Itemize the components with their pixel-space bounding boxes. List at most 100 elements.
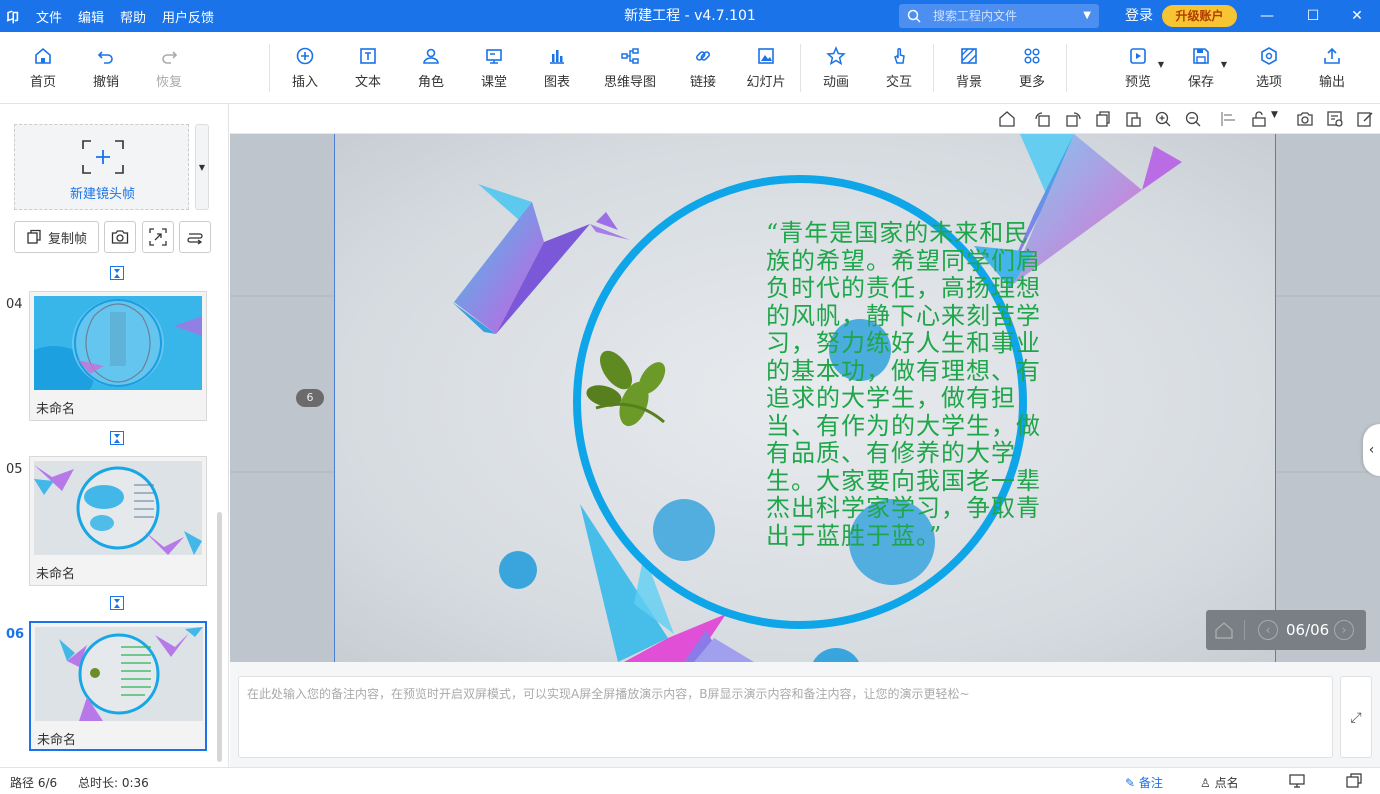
toolbar-separator [269,44,270,92]
chevron-down-icon[interactable]: ▼ [1158,60,1164,69]
edit-icon[interactable] [1356,110,1374,128]
undo-icon [97,51,113,64]
home-view-icon[interactable] [998,110,1016,128]
close-button[interactable]: ✕ [1334,0,1380,32]
toolbar-label: 撤销 [92,75,119,90]
mindmap-icon [621,48,639,64]
minimize-button[interactable]: — [1244,0,1290,32]
slide-number: 04 [6,297,23,312]
notes-panel: 在此处输入您的备注内容，在预览时开启双屏模式，可以实现A屏全屏播放演示内容，B屏… [230,662,1380,767]
paste-icon[interactable] [1124,110,1142,128]
rollcall-button[interactable]: ♙ 点名 [1200,774,1239,791]
toolbar-label: 思维导图 [603,75,656,90]
options-icon [1261,47,1277,65]
expand-notes-button[interactable]: ⤢ [1340,676,1372,758]
toolbar-more-button[interactable]: 更多 [1002,44,1062,90]
camera-icon [111,230,129,244]
search-input[interactable]: 搜索工程内文件 ▼ [899,4,1099,28]
chevron-down-icon[interactable]: ▼ [1083,4,1091,28]
toolbar-label: 链接 [689,75,716,90]
toolbar-interaction-button[interactable]: 交互 [869,44,929,90]
toolbar-options-button[interactable]: 选项 [1239,44,1299,90]
slide-name: 未命名 [36,567,76,582]
sidebar-scrollbar[interactable] [217,512,222,762]
menu-feedback[interactable]: 用户反馈 [162,7,214,26]
toolbar-insert-button[interactable]: 插入 [275,44,335,90]
chevron-down-icon[interactable]: ▼ [1221,60,1227,69]
transition-icon[interactable] [110,266,124,280]
toolbar-label: 幻灯片 [746,75,786,90]
menu-bar: 文件 编辑 帮助 用户反馈 [36,0,230,32]
collapse-right-panel-button[interactable]: ‹ [1363,424,1380,476]
copy-icon[interactable] [1094,110,1112,128]
screen-icon[interactable] [1289,773,1305,789]
slide-sidebar: 新建镜头帧 ▼ 复制帧 04 未命名 05 未命名 06 未命名 [0,104,229,767]
toolbar-undo-button[interactable]: 撤销 [76,44,136,90]
slide-stage[interactable]: “青年是国家的未来和民族的希望。希望同学们肩负时代的责任，高扬理想的风帆，静下心… [334,134,1276,662]
fit-frame-button[interactable] [142,221,174,253]
toolbar-text-button[interactable]: 文本 [338,44,398,90]
quote-text[interactable]: “青年是国家的未来和民族的希望。希望同学们肩负时代的责任，高扬理想的风帆，静下心… [766,219,1046,550]
image-settings-icon[interactable] [1326,110,1344,128]
slide-thumbnail-05[interactable]: 未命名 [29,456,207,586]
note-icon: ✎ [1125,776,1139,790]
menu-edit[interactable]: 编辑 [78,7,104,26]
maximize-button[interactable]: ☐ [1290,0,1336,32]
toolbar-link-button[interactable]: 链接 [673,44,733,90]
zoom-out-icon[interactable] [1184,110,1202,128]
slide-thumbnail-06[interactable]: 未命名 [29,621,207,751]
transition-icon[interactable] [110,596,124,610]
rollcall-label: 点名 [1214,776,1239,790]
copy-frame-button[interactable]: 复制帧 [14,221,99,253]
notes-input[interactable]: 在此处输入您的备注内容，在预览时开启双屏模式，可以实现A屏全屏播放演示内容，B屏… [238,676,1333,758]
new-frame-button[interactable]: 新建镜头帧 [14,124,189,210]
toolbar-preview-button[interactable]: 预览 ▼ [1108,44,1168,90]
toolbar-slideshow-button[interactable]: 幻灯片 [736,44,796,90]
new-frame-dropdown[interactable]: ▼ [195,124,209,210]
toolbar-role-button[interactable]: 角色 [401,44,461,90]
rotate-left-icon[interactable] [1034,110,1052,128]
toolbar-export-button[interactable]: 输出 [1302,44,1362,90]
slide-thumbnail-04[interactable]: 未命名 [29,291,207,421]
screenshot-button[interactable] [104,221,136,253]
editor-canvas[interactable]: “青年是国家的未来和民族的希望。希望同学们肩负时代的责任，高扬理想的风帆，静下心… [230,134,1380,662]
prev-page-button[interactable]: ‹ [1258,620,1278,640]
upgrade-button[interactable]: 升级账户 [1162,5,1237,27]
notes-toggle-button[interactable]: ✎ 备注 [1125,774,1163,791]
copy-icon [27,229,41,244]
rotate-right-icon[interactable] [1064,110,1082,128]
camera-icon[interactable] [1296,110,1314,128]
toolbar-background-button[interactable]: 背景 [939,44,999,90]
next-page-button[interactable]: › [1334,620,1354,640]
toolbar-animation-button[interactable]: 动画 [806,44,866,90]
lock-icon[interactable] [1250,110,1268,128]
toolbar-home-button[interactable]: 首页 [13,44,73,90]
menu-help[interactable]: 帮助 [120,7,146,26]
toolbar-redo-button[interactable]: 恢复 [139,44,199,90]
save-icon [1193,48,1209,64]
animation-icon [826,46,846,66]
chevron-down-icon[interactable]: ▼ [1271,110,1278,120]
window-title: 新建工程 - v4.7.101 [624,8,756,24]
home-icon[interactable] [1214,620,1234,640]
zoom-in-icon[interactable] [1154,110,1172,128]
toolbar-chart-button[interactable]: 图表 [527,44,587,90]
toolbar-label: 交互 [885,75,912,90]
toolbar-label: 更多 [1018,75,1045,90]
toolbar-mindmap-button[interactable]: 思维导图 [600,44,660,90]
insert-icon [296,47,314,65]
login-link[interactable]: 登录 [1125,0,1153,32]
window-mode-icon[interactable] [1346,773,1362,789]
home-icon [35,47,51,64]
search-icon [907,9,921,23]
slide-number: 06 [6,627,25,642]
transition-icon[interactable] [110,431,124,445]
frame-number-badge[interactable]: 6 [296,389,324,407]
chart-icon [550,50,564,64]
align-left-icon[interactable] [1220,110,1238,128]
new-frame-label: 新建镜头帧 [69,187,135,202]
toolbar-save-button[interactable]: 保存 ▼ [1171,44,1231,90]
toolbar-classroom-button[interactable]: 课堂 [464,44,524,90]
menu-file[interactable]: 文件 [36,7,62,26]
switch-order-button[interactable] [179,221,211,253]
